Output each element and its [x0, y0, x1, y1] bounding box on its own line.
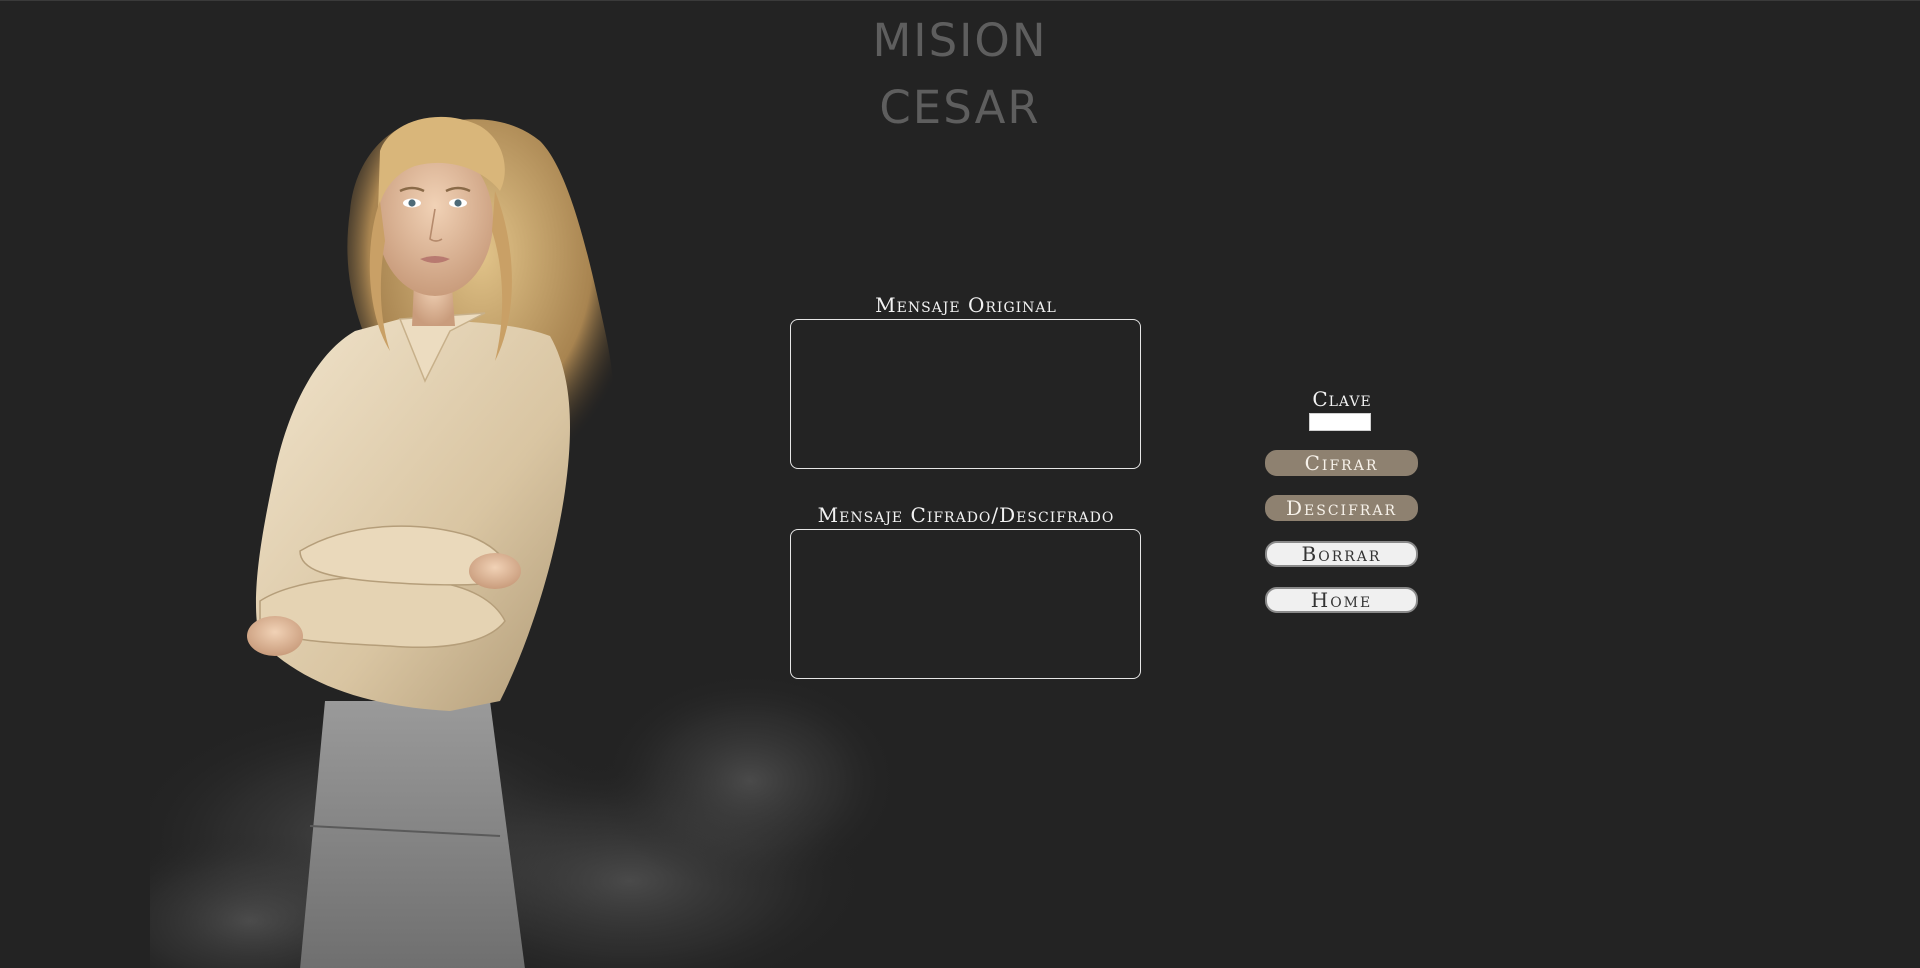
result-message-label: Mensaje Cifrado/Descifrado [817, 503, 1115, 527]
title-line-1: MISION [872, 14, 1048, 67]
result-message-output[interactable] [790, 529, 1141, 679]
decrypt-button[interactable]: Descifrar [1265, 495, 1418, 521]
key-input[interactable] [1309, 413, 1371, 431]
home-button[interactable]: Home [1265, 587, 1418, 613]
original-message-input[interactable] [790, 319, 1141, 469]
original-message-label: Mensaje Original [875, 293, 1057, 317]
page: MISION CESAR Mensaje Original Mensaje Ci… [0, 0, 1920, 968]
encrypt-button[interactable]: Cifrar [1265, 450, 1418, 476]
clear-button[interactable]: Borrar [1265, 541, 1418, 567]
key-label: Clave [1312, 387, 1372, 411]
